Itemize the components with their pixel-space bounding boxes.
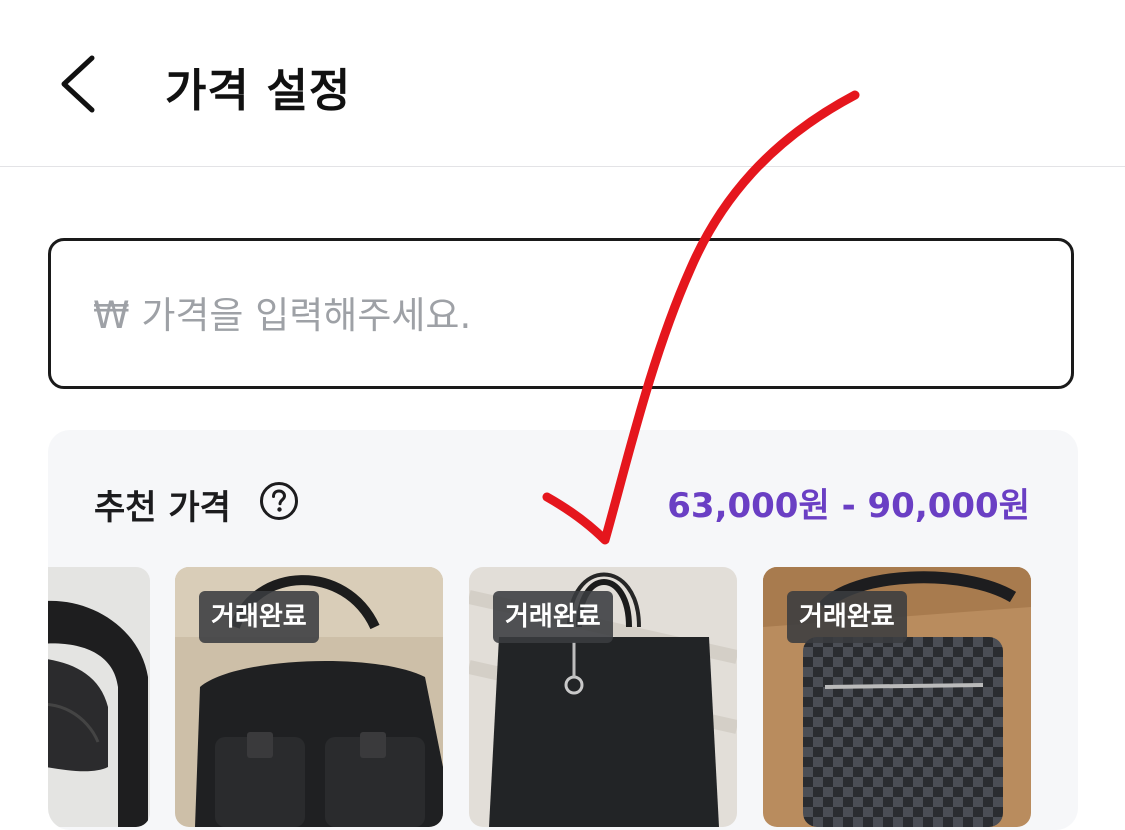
back-button[interactable] [48, 46, 118, 126]
page-title: 가격 설정 [165, 64, 352, 117]
sold-badge: 거래완료 [787, 591, 907, 643]
price-input-box[interactable] [48, 238, 1074, 389]
chevron-left-icon [61, 55, 95, 113]
recommended-price-range: 63,000원 - 90,000원 [667, 486, 1030, 526]
price-input[interactable] [91, 281, 1035, 349]
question-circle-icon[interactable] [259, 481, 299, 521]
header-divider [0, 166, 1125, 167]
product-thumbnail[interactable] [48, 567, 150, 827]
product-thumbnail[interactable]: 거래완료 [175, 567, 443, 827]
sold-badge: 거래완료 [493, 591, 613, 643]
sold-badge: 거래완료 [199, 591, 319, 643]
recommended-price-title: 추천 가격 [94, 488, 231, 528]
app-header: 가격 설정 [0, 0, 1125, 166]
product-thumbnail[interactable]: 거래완료 [469, 567, 737, 827]
belt-photo [48, 567, 150, 827]
product-thumbnail[interactable]: 거래완료 [763, 567, 1031, 827]
recommended-price-panel: 추천 가격 63,000원 - 90,000원 거래완료 거래완료 거래완료 [48, 430, 1078, 830]
